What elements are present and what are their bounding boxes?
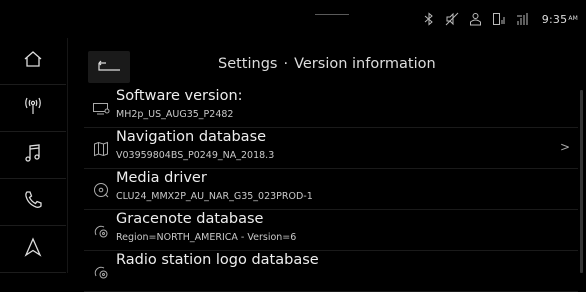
clock-ampm: AM: [568, 14, 578, 22]
back-button[interactable]: [88, 51, 130, 83]
back-arrow-icon: [96, 58, 122, 77]
list-item-value: MH2p_US_AUG35_P2482: [116, 109, 234, 120]
list-item-media-driver[interactable]: Media driver CLU24_MMX2P_AU_NAR_G35_023P…: [84, 169, 578, 210]
phone-icon: [23, 190, 43, 214]
phone-signal-icon: [492, 12, 506, 26]
home-icon: [23, 49, 43, 73]
list-item-software-version[interactable]: Software version: MH2p_US_AUG35_P2482: [84, 87, 578, 128]
status-handle[interactable]: [315, 14, 349, 15]
sidebar-item-home[interactable]: [0, 38, 66, 85]
clock: 9:35AM: [542, 13, 578, 26]
data-connection-icon: [516, 12, 530, 26]
list-item-name: Software version:: [116, 88, 243, 104]
chevron-right-icon[interactable]: >: [560, 140, 570, 154]
title-separator: ·: [283, 56, 289, 72]
sidebar-item-navigation[interactable]: [0, 226, 66, 273]
media-icon: [92, 181, 110, 199]
clock-time: 9:35: [541, 12, 568, 26]
title-section: Settings: [218, 56, 278, 72]
radio-icon: [22, 96, 44, 120]
list-item-navigation-database[interactable]: Navigation database V03959804BS_P0249_NA…: [84, 128, 578, 169]
list-item-value: CLU24_MMX2P_AU_NAR_G35_023PROD-1: [116, 191, 313, 202]
gracenote-icon: [92, 222, 110, 240]
music-icon: [24, 143, 42, 167]
software-icon: [92, 99, 110, 117]
page-header: Settings · Version information: [84, 50, 586, 84]
list-item-gracenote-database[interactable]: Gracenote database Region=NORTH_AMERICA …: [84, 210, 578, 251]
list-item-name: Radio station logo database: [116, 252, 319, 268]
list-item-value: V03959804BS_P0249_NA_2018.3: [116, 150, 275, 161]
list-item-name: Navigation database: [116, 129, 267, 145]
title-page: Version information: [294, 56, 436, 72]
sidebar-item-phone[interactable]: [0, 179, 66, 226]
radio-logo-icon: [92, 263, 110, 281]
status-bar: 9:35AM: [0, 0, 586, 38]
sidebar-item-radio[interactable]: [0, 85, 66, 132]
status-icons: [423, 12, 530, 26]
list-item-radio-logo-database[interactable]: Radio station logo database: [84, 251, 578, 292]
list-item-name: Gracenote database: [116, 211, 264, 227]
mute-icon: [445, 12, 459, 26]
sidebar-item-music[interactable]: [0, 132, 66, 179]
sidebar-divider: [67, 38, 68, 273]
page-title: Settings · Version information: [218, 56, 436, 72]
user-profile-icon: [469, 12, 482, 26]
map-icon: [92, 140, 110, 158]
list-item-name: Media driver: [116, 170, 207, 186]
bluetooth-icon: [423, 12, 435, 26]
list-item-value: Region=NORTH_AMERICA - Version=6: [116, 232, 297, 243]
version-list: Software version: MH2p_US_AUG35_P2482 Na…: [84, 87, 578, 292]
navigation-icon: [24, 237, 42, 261]
scrollbar[interactable]: [580, 90, 583, 273]
sidebar: [0, 38, 66, 273]
